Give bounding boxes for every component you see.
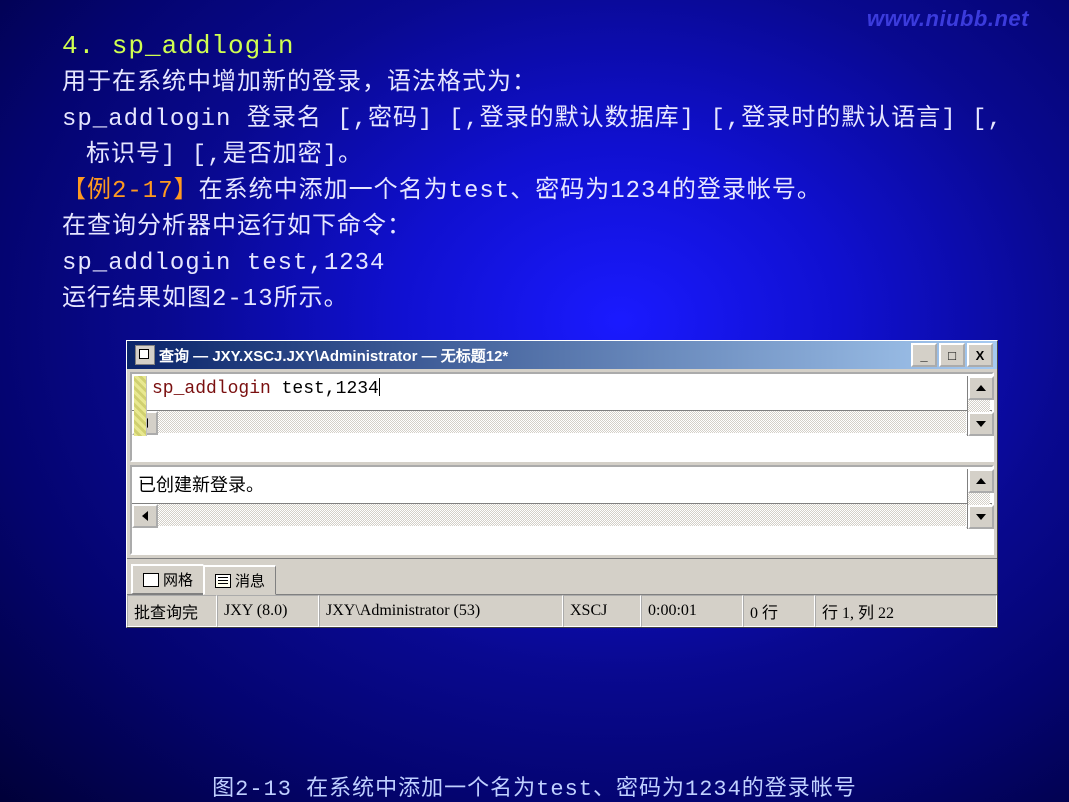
status-rows: 0 行 xyxy=(743,595,815,627)
tab-grid-label: 网格 xyxy=(163,569,193,590)
query-analyzer-window: 查询 — JXY.XSCJ.JXY\Administrator — 无标题12*… xyxy=(126,340,998,628)
slide-text: 4. sp_addlogin 用于在系统中增加新的登录，语法格式为： sp_ad… xyxy=(62,28,1022,318)
tab-messages[interactable]: 消息 xyxy=(203,565,276,595)
scroll-up-button[interactable] xyxy=(968,376,994,400)
sql-editor[interactable]: sp_addlogin test,1234 xyxy=(146,374,970,410)
tab-messages-label: 消息 xyxy=(235,570,265,591)
close-button[interactable]: X xyxy=(967,343,993,367)
sql-keyword: sp_addlogin xyxy=(152,379,271,399)
app-icon xyxy=(135,345,155,365)
status-query: 批查询完 xyxy=(127,595,217,627)
sql-rest: test,1234 xyxy=(271,379,379,399)
minimize-button[interactable]: _ xyxy=(911,343,937,367)
paragraph-4: 运行结果如图2-13所示。 xyxy=(62,282,1022,318)
editor-gutter xyxy=(134,376,147,436)
vertical-scrollbar[interactable] xyxy=(967,469,990,529)
heading: 4. sp_addlogin xyxy=(62,31,294,61)
status-cursor-pos: 行 1, 列 22 xyxy=(815,595,997,627)
grid-icon xyxy=(143,573,159,587)
paragraph-3: 在查询分析器中运行如下命令： xyxy=(62,210,1022,246)
tab-grid[interactable]: 网格 xyxy=(131,564,204,594)
messages-icon xyxy=(215,574,231,588)
example-label: 【例2-17】 xyxy=(62,178,199,205)
status-user: JXY\Administrator (53) xyxy=(319,595,563,627)
code-line: sp_addlogin test,1234 xyxy=(62,246,1022,282)
horizontal-scrollbar[interactable] xyxy=(132,410,992,433)
scroll-down-button[interactable] xyxy=(968,505,994,529)
scroll-track[interactable] xyxy=(158,504,966,526)
scroll-track[interactable] xyxy=(158,411,966,433)
maximize-button[interactable]: □ xyxy=(939,343,965,367)
status-bar: 批查询完 JXY (8.0) JXY\Administrator (53) XS… xyxy=(127,594,997,627)
messages-pane: 已创建新登录。 xyxy=(130,465,994,555)
status-server: JXY (8.0) xyxy=(217,595,319,627)
example-text: 在系统中添加一个名为test、密码为1234的登录帐号。 xyxy=(199,178,822,205)
horizontal-scrollbar[interactable] xyxy=(132,503,992,526)
example-line: 【例2-17】在系统中添加一个名为test、密码为1234的登录帐号。 xyxy=(62,174,1022,210)
result-tabs: 网格 消息 xyxy=(127,558,997,594)
status-time: 0:00:01 xyxy=(641,595,743,627)
vertical-scrollbar[interactable] xyxy=(967,376,990,436)
status-db: XSCJ xyxy=(563,595,641,627)
messages-output[interactable]: 已创建新登录。 xyxy=(132,467,970,503)
titlebar[interactable]: 查询 — JXY.XSCJ.JXY\Administrator — 无标题12*… xyxy=(127,341,997,369)
scroll-down-button[interactable] xyxy=(968,412,994,436)
scroll-left-button[interactable] xyxy=(132,504,158,528)
window-title: 查询 — JXY.XSCJ.JXY\Administrator — 无标题12* xyxy=(159,345,909,366)
scroll-up-button[interactable] xyxy=(968,469,994,493)
paragraph-1: 用于在系统中增加新的登录，语法格式为： xyxy=(62,66,1022,102)
text-cursor xyxy=(379,378,380,396)
paragraph-2: sp_addlogin 登录名 [,密码] [,登录的默认数据库] [,登录时的… xyxy=(62,102,1022,174)
sql-editor-pane: sp_addlogin test,1234 xyxy=(130,372,994,462)
figure-caption: 图2-13 在系统中添加一个名为test、密码为1234的登录帐号 xyxy=(0,770,1069,802)
